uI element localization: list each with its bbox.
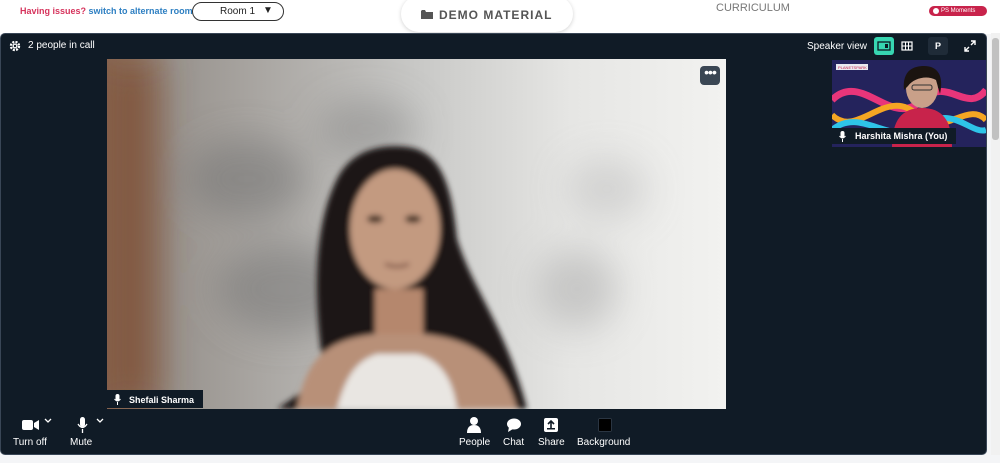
chat-button[interactable]: Chat [500,415,528,451]
svg-text:PLANETSPARK: PLANETSPARK [838,65,867,70]
background-label: Background [577,437,631,448]
mic-icon [77,417,88,433]
issues-notice: Having issues? switch to alternate room [20,6,193,16]
issues-text: Having issues? [20,6,87,16]
people-count: 2 people in call [28,40,95,51]
chat-label: Chat [503,437,525,448]
ps-moments-badge[interactable]: PS Moments [929,6,987,16]
self-nameplate: Harshita Mishra (You) [832,128,956,144]
grid-view-button[interactable] [897,37,917,55]
main-participant-nameplate: Shefali Sharma [107,390,203,408]
mic-icon [839,131,846,142]
call-header: 2 people in call Speaker view P [1,34,986,58]
background-icon [598,418,612,432]
chevron-down-icon[interactable] [96,418,104,424]
camera-label: Turn off [13,437,47,448]
share-label: Share [538,437,565,448]
main-participant-name: Shefali Sharma [129,395,195,405]
more-icon: ••• [704,64,717,80]
camera-icon [22,420,39,430]
top-bar: Having issues? switch to alternate room … [0,0,1000,34]
gear-icon[interactable] [9,40,21,52]
main-video-feed [107,59,726,409]
switch-room-link[interactable]: switch to alternate room [89,6,193,16]
expand-icon[interactable] [963,39,977,53]
curriculum-link[interactable]: CURRICULUM [716,2,790,14]
demo-material-label: DEMO MATERIAL [439,8,553,22]
background-button[interactable]: Background [576,415,634,451]
share-icon [544,418,558,432]
demo-material-button[interactable]: DEMO MATERIAL [401,0,573,32]
scrollbar-thumb[interactable] [992,38,999,140]
speaker-view-button[interactable] [874,37,894,55]
caret-down-icon: ▼ [263,5,273,16]
grid-layout-icon [901,41,913,51]
ps-moments-icon [933,8,939,14]
people-button[interactable]: People [456,415,492,451]
ps-moments-label: PS Moments [941,8,976,14]
mute-button[interactable]: Mute [66,415,100,451]
mute-label: Mute [70,437,93,448]
page-bottom-strip [0,455,1000,463]
chevron-down-icon[interactable] [44,418,52,424]
participant-video-image [107,59,726,409]
presenter-button[interactable]: P [928,37,948,55]
share-button[interactable]: Share [536,415,566,451]
chat-icon [507,418,521,432]
more-options-button[interactable]: ••• [700,64,720,85]
people-icon [467,417,481,433]
people-label: People [459,437,491,448]
view-mode-label: Speaker view [807,41,868,52]
mic-icon [114,394,121,405]
folder-icon [421,10,433,19]
room-select[interactable]: Room 1 ▼ [192,2,284,21]
self-participant-name: Harshita Mishra (You) [855,131,948,141]
speaker-layout-icon [877,41,891,51]
room-select-value: Room 1 [220,6,256,17]
